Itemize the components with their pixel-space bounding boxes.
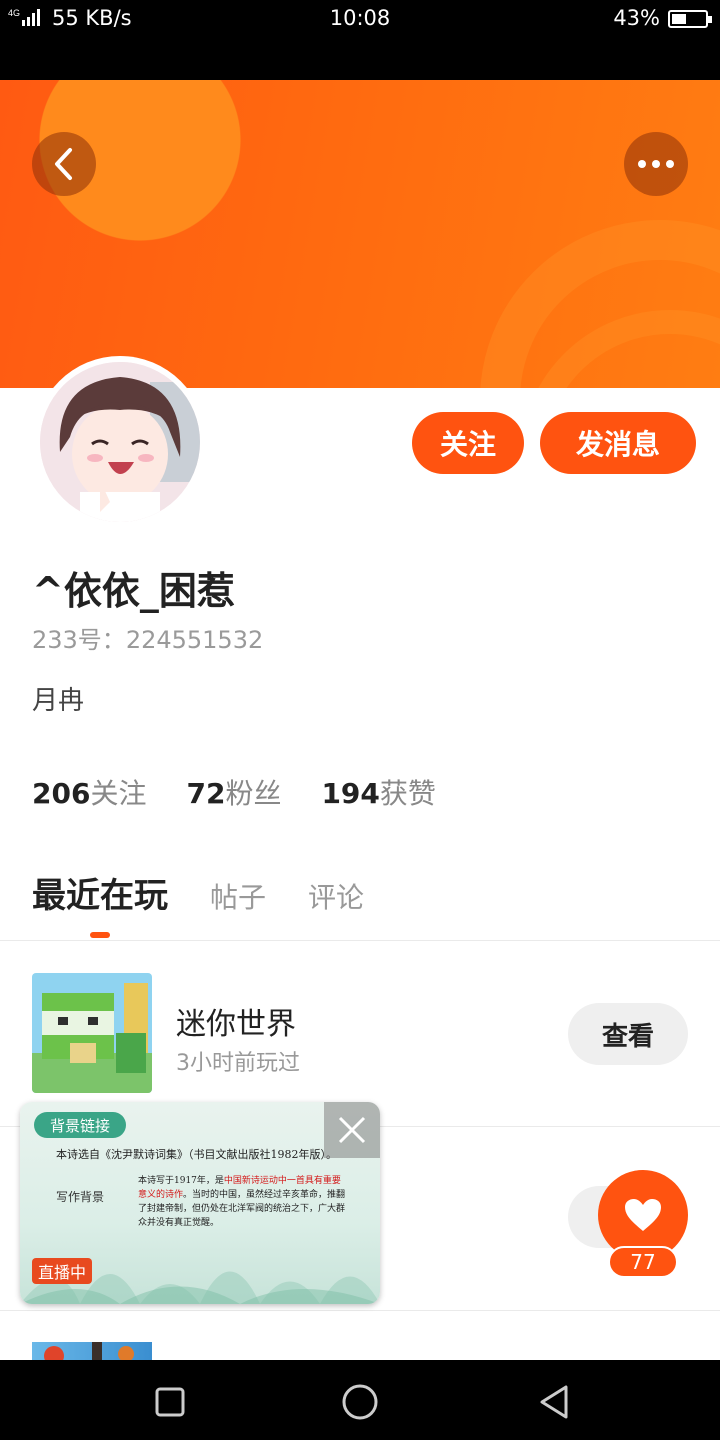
circle-icon[interactable] [340, 1382, 380, 1422]
heart-icon [625, 1199, 661, 1231]
game-thumbnail [32, 1342, 152, 1360]
triangle-back-icon[interactable] [534, 1382, 574, 1422]
like-count: 77 [608, 1246, 678, 1278]
background-link-tag: 背景链接 [34, 1112, 127, 1138]
system-nav-bar [0, 1360, 720, 1440]
user-id-label: 233号： [32, 626, 126, 654]
bio: 月冉 [32, 686, 85, 716]
game-thumbnail [32, 973, 152, 1093]
row-divider [0, 1310, 720, 1311]
stat-fans-count: 72 [186, 777, 226, 810]
tab-recent-playing-label: 最近在玩 [32, 876, 168, 916]
tab-active-indicator [90, 932, 110, 938]
username: ^依依_困惹 [32, 569, 235, 613]
profile-banner [0, 80, 720, 388]
popup-side-label: 写作背景 [56, 1190, 105, 1204]
game-last-played: 3小时前玩过 [176, 1051, 300, 1076]
avatar-image [40, 362, 200, 522]
user-id-value: 224551532 [125, 626, 264, 654]
close-icon [338, 1116, 366, 1144]
stat-following-label: 关注 [90, 777, 147, 810]
message-button[interactable]: 发消息 [540, 412, 696, 474]
stat-fans-label: 粉丝 [225, 777, 282, 810]
stat-fans[interactable]: 72粉丝 [186, 772, 281, 812]
tab-recent-playing[interactable]: 最近在玩 [32, 868, 168, 938]
tab-posts[interactable]: 帖子 [210, 876, 266, 916]
stat-likes-label: 获赞 [379, 777, 436, 810]
more-horizontal-icon [638, 160, 674, 168]
live-stream-popup[interactable]: 背景链接 本诗选自《沈尹默诗词集》（书目文献出版社1982年版）。 写作背景 本… [20, 1102, 380, 1304]
stats: 206关注 72粉丝 194获赞 [32, 772, 476, 812]
view-button[interactable]: 查看 [568, 1003, 688, 1065]
follow-button[interactable]: 关注 [412, 412, 524, 474]
tab-comments[interactable]: 评论 [308, 876, 364, 916]
popup-paragraph: 本诗写于1917年，是中国新诗运动中一首具有重要意义的诗作。当时的中国，虽然经过… [138, 1174, 348, 1230]
more-button[interactable] [624, 132, 688, 196]
live-badge: 直播中 [32, 1258, 93, 1284]
clock: 10:08 [329, 6, 391, 30]
game-name: 迷你世界 [176, 1007, 296, 1042]
popup-source-line: 本诗选自《沈尹默诗词集》（书目文献出版社1982年版）。 [56, 1148, 337, 1161]
stat-following-count: 206 [32, 777, 91, 810]
stat-likes: 194获赞 [321, 772, 435, 812]
popup-close-button[interactable] [324, 1102, 380, 1158]
user-id: 233号：224551532 [32, 620, 263, 655]
avatar[interactable] [34, 356, 206, 528]
profile-tabs: 最近在玩 帖子 评论 [32, 868, 406, 940]
popup-para-a: 本诗写于1917年，是 [138, 1176, 224, 1186]
square-icon[interactable] [150, 1382, 190, 1422]
stat-following[interactable]: 206关注 [32, 772, 146, 812]
battery-icon [668, 10, 712, 28]
chevron-left-icon [55, 148, 72, 180]
list-item[interactable]: 迷你世界 3小时前玩过 查看 [0, 941, 720, 1126]
battery-percent: 43% [613, 6, 660, 30]
back-button[interactable] [32, 132, 96, 196]
status-bar: 4G 55 KB/s 10:08 43% [0, 0, 720, 80]
stat-likes-count: 194 [321, 777, 380, 810]
